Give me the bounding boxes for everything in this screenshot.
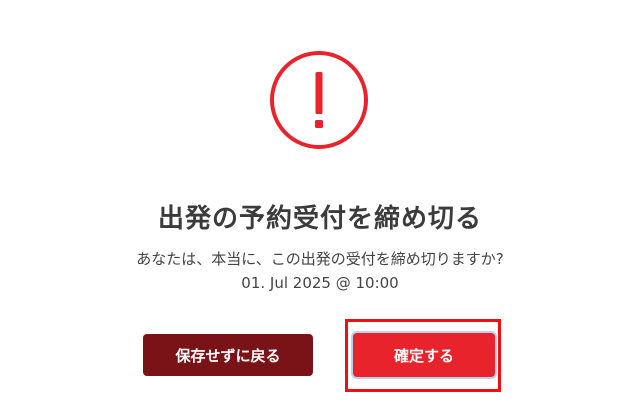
departure-datetime: 01. Jul 2025 @ 10:00 (241, 274, 399, 292)
back-without-saving-button[interactable]: 保存せずに戻る (143, 334, 313, 376)
confirm-dialog: 出発の予約受付を締め切る あなたは、本当に、この出発の受付を締め切りますか? 0… (0, 0, 640, 403)
dialog-title: 出発の予約受付を締め切る (157, 204, 482, 234)
confirm-button[interactable]: 確定する (353, 333, 495, 377)
dialog-message: あなたは、本当に、この出発の受付を締め切りますか? (136, 250, 504, 268)
exclamation-circle-icon (270, 51, 368, 149)
